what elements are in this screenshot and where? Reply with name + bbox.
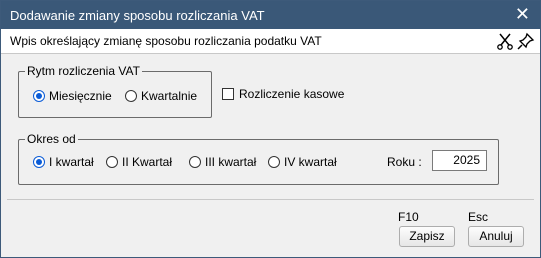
cancel-button[interactable]: Anuluj [468,226,524,247]
radio-indicator[interactable] [33,156,45,168]
radio-indicator[interactable] [106,156,118,168]
radio-indicator[interactable] [189,156,201,168]
radio-kwartal-4[interactable]: IV kwartał [268,155,337,169]
rozliczenie-kasowe-checkbox[interactable]: Rozliczenie kasowe [222,87,344,101]
radio-indicator[interactable] [33,90,45,102]
radio-label: II Kwartał [122,155,173,169]
radio-label: Miesięcznie [49,89,112,103]
radio-label: III kwartał [205,155,257,169]
radio-indicator[interactable] [125,90,137,102]
window-title: Dodawanie zmiany sposobu rozliczania VAT [10,8,265,23]
rytm-group: Rytm rozliczenia VAT Miesięcznie Kwartal… [18,64,212,118]
scissors-icon[interactable] [496,32,514,50]
header-subtitle: Wpis określający zmianę sposobu rozlicza… [10,34,322,48]
header-bar: Wpis określający zmianę sposobu rozlicza… [1,29,540,54]
footer-separator [7,199,534,200]
okres-group: Okres od I kwartał II Kwartał III kwarta… [18,132,499,185]
checkbox-box[interactable] [222,88,234,100]
year-label: Roku : [387,155,422,169]
radio-kwartal-1[interactable]: I kwartał [33,155,94,169]
radio-indicator[interactable] [268,156,280,168]
radio-label: Kwartalnie [141,89,198,103]
radio-kwartalnie[interactable]: Kwartalnie [125,89,197,103]
rytm-legend: Rytm rozliczenia VAT [25,64,142,78]
radio-label: IV kwartał [284,155,337,169]
cancel-shortcut: Esc [468,210,489,224]
radio-kwartal-3[interactable]: III kwartał [189,155,256,169]
save-shortcut: F10 [398,210,419,224]
title-bar: Dodawanie zmiany sposobu rozliczania VAT… [1,1,540,29]
radio-kwartal-2[interactable]: II Kwartał [106,155,172,169]
radio-label: I kwartał [49,155,94,169]
close-icon[interactable]: ✕ [515,4,530,24]
dialog-window: Dodawanie zmiany sposobu rozliczania VAT… [0,0,541,258]
checkbox-label: Rozliczenie kasowe [239,87,345,101]
year-input[interactable]: 2025 [432,150,487,171]
pin-icon[interactable] [517,32,535,50]
radio-miesiecznie[interactable]: Miesięcznie [33,89,112,103]
save-button[interactable]: Zapisz [399,226,455,247]
okres-legend: Okres od [25,132,78,146]
